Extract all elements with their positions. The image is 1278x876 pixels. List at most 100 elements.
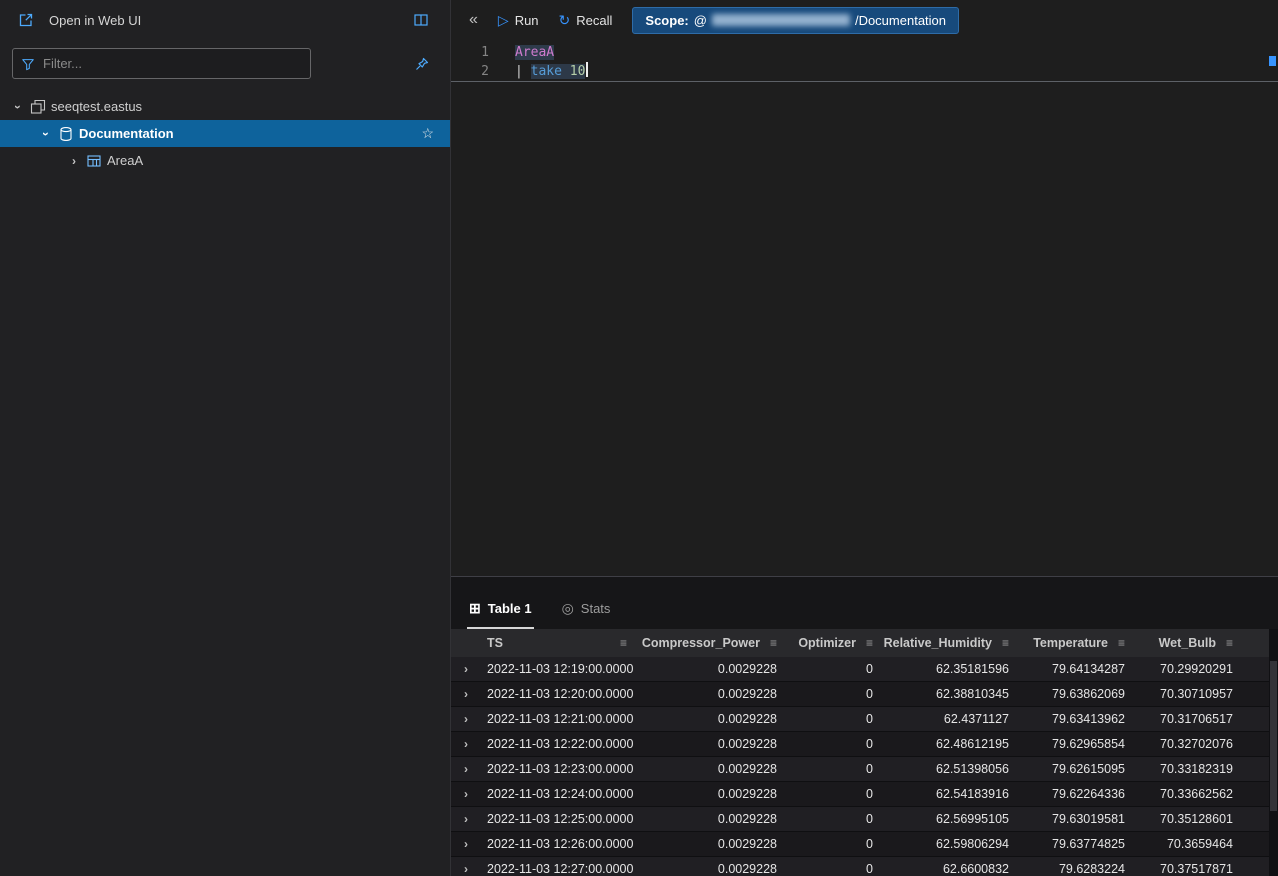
column-menu-icon[interactable]: ≡	[866, 636, 873, 650]
chevron-right-icon[interactable]: ›	[66, 154, 82, 168]
cell-ts: 2022-11-03 12:27:00.0000	[481, 862, 647, 876]
cell-compressor-power: 0.0029228	[647, 687, 791, 701]
header-temperature-label: Temperature	[1033, 636, 1108, 650]
table-label: AreaA	[107, 153, 143, 168]
header-optimizer[interactable]: Optimizer ≡	[791, 629, 887, 657]
column-menu-icon[interactable]: ≡	[1002, 636, 1009, 650]
cell-temperature: 79.63019581	[1023, 812, 1139, 826]
column-menu-icon[interactable]: ≡	[1118, 636, 1125, 650]
cell-temperature: 79.62264336	[1023, 787, 1139, 801]
line-number-gutter: 1 2	[451, 43, 493, 576]
text-cursor	[586, 62, 588, 77]
chevron-down-icon[interactable]: ›	[11, 99, 25, 115]
header-expander	[451, 629, 481, 657]
results-grid: TS ≡ Compressor_Power ≡ Optimizer ≡ Rela…	[451, 629, 1278, 876]
row-expander-icon[interactable]: ›	[464, 737, 468, 751]
cell-wet-bulb: 70.30710957	[1139, 687, 1247, 701]
row-expander-icon[interactable]: ›	[464, 712, 468, 726]
tree-item-cluster[interactable]: › seeqtest.eastus	[0, 93, 450, 120]
collapse-panel-icon[interactable]: «	[469, 11, 478, 29]
scope-database: /Documentation	[855, 13, 946, 28]
cell-relative-humidity: 62.6600832	[887, 862, 1023, 876]
tab-table-1[interactable]: ⊞ Table 1	[467, 589, 534, 629]
cell-relative-humidity: 62.51398056	[887, 762, 1023, 776]
open-in-web-ui-link[interactable]: Open in Web UI	[49, 13, 141, 28]
scope-selector[interactable]: Scope: @ /Documentation	[632, 7, 959, 34]
recall-button[interactable]: ↻ Recall	[559, 12, 613, 29]
cell-optimizer: 0	[791, 812, 887, 826]
header-wet-bulb[interactable]: Wet_Bulb ≡	[1139, 629, 1247, 657]
cell-relative-humidity: 62.35181596	[887, 662, 1023, 676]
row-expander-icon[interactable]: ›	[464, 762, 468, 776]
open-external-icon	[18, 12, 34, 28]
table-row[interactable]: › 2022-11-03 12:23:00.0000 0.0029228 0 6…	[451, 757, 1269, 782]
row-expander-icon[interactable]: ›	[464, 662, 468, 676]
cell-relative-humidity: 62.56995105	[887, 812, 1023, 826]
run-label: Run	[515, 13, 539, 28]
cell-compressor-power: 0.0029228	[647, 662, 791, 676]
filter-box[interactable]	[12, 48, 311, 79]
tab-stats[interactable]: ◎ Stats	[560, 589, 613, 629]
row-expander-icon[interactable]: ›	[464, 862, 468, 876]
recall-label: Recall	[576, 13, 612, 28]
cell-relative-humidity: 62.59806294	[887, 837, 1023, 851]
favorite-star-icon[interactable]: ☆	[421, 125, 434, 142]
connection-tree: › seeqtest.eastus › Documentation ☆ ›	[0, 93, 450, 174]
table-row[interactable]: › 2022-11-03 12:21:00.0000 0.0029228 0 6…	[451, 707, 1269, 732]
header-relative-humidity-label: Relative_Humidity	[884, 636, 992, 650]
cell-compressor-power: 0.0029228	[647, 787, 791, 801]
results-panel: ⊞ Table 1 ◎ Stats TS ≡ Compressor_Power	[451, 576, 1278, 876]
header-ts[interactable]: TS ≡	[481, 629, 647, 657]
token-number: 10	[570, 64, 586, 79]
table-row[interactable]: › 2022-11-03 12:27:00.0000 0.0029228 0 6…	[451, 857, 1269, 876]
table-row[interactable]: › 2022-11-03 12:19:00.0000 0.0029228 0 6…	[451, 657, 1269, 682]
table-grid-icon: ⊞	[469, 600, 481, 617]
table-row[interactable]: › 2022-11-03 12:22:00.0000 0.0029228 0 6…	[451, 732, 1269, 757]
scrollbar-thumb[interactable]	[1270, 661, 1277, 811]
code-content: AreaA | take 10	[493, 43, 588, 576]
table-row[interactable]: › 2022-11-03 12:24:00.0000 0.0029228 0 6…	[451, 782, 1269, 807]
tree-item-table[interactable]: › AreaA	[0, 147, 450, 174]
pin-icon[interactable]	[414, 56, 430, 72]
cell-optimizer: 0	[791, 862, 887, 876]
column-menu-icon[interactable]: ≡	[620, 636, 627, 650]
token-pipe: |	[515, 64, 531, 79]
cell-temperature: 79.63774825	[1023, 837, 1139, 851]
row-expander-icon[interactable]: ›	[464, 812, 468, 826]
row-expander-icon[interactable]: ›	[464, 687, 468, 701]
table-icon	[86, 153, 102, 169]
header-compressor-power-label: Compressor_Power	[642, 636, 760, 650]
header-relative-humidity[interactable]: Relative_Humidity ≡	[887, 629, 1023, 657]
header-temperature[interactable]: Temperature ≡	[1023, 629, 1139, 657]
row-expander-icon[interactable]: ›	[464, 837, 468, 851]
column-menu-icon[interactable]: ≡	[770, 636, 777, 650]
row-expander-icon[interactable]: ›	[464, 787, 468, 801]
header-wet-bulb-label: Wet_Bulb	[1159, 636, 1216, 650]
filter-input[interactable]	[43, 56, 302, 71]
cell-optimizer: 0	[791, 837, 887, 851]
cell-relative-humidity: 62.38810345	[887, 687, 1023, 701]
table-row[interactable]: › 2022-11-03 12:25:00.0000 0.0029228 0 6…	[451, 807, 1269, 832]
cell-ts: 2022-11-03 12:25:00.0000	[481, 812, 647, 826]
cell-compressor-power: 0.0029228	[647, 762, 791, 776]
run-button[interactable]: ▷ Run	[498, 12, 539, 29]
tree-item-database[interactable]: › Documentation ☆	[0, 120, 450, 147]
cluster-icon	[30, 99, 46, 115]
header-compressor-power[interactable]: Compressor_Power ≡	[647, 629, 791, 657]
cell-ts: 2022-11-03 12:21:00.0000	[481, 712, 647, 726]
chevron-down-icon[interactable]: ›	[39, 126, 53, 142]
cell-optimizer: 0	[791, 662, 887, 676]
cell-ts: 2022-11-03 12:23:00.0000	[481, 762, 647, 776]
split-editor-icon[interactable]	[413, 12, 429, 28]
code-line-2: | take 10	[515, 62, 588, 81]
results-scrollbar[interactable]	[1269, 629, 1278, 876]
cell-optimizer: 0	[791, 712, 887, 726]
cell-ts: 2022-11-03 12:19:00.0000	[481, 662, 647, 676]
table-row[interactable]: › 2022-11-03 12:20:00.0000 0.0029228 0 6…	[451, 682, 1269, 707]
code-line-1: AreaA	[515, 43, 588, 62]
table-row[interactable]: › 2022-11-03 12:26:00.0000 0.0029228 0 6…	[451, 832, 1269, 857]
scope-at: @	[694, 13, 707, 28]
cell-wet-bulb: 70.35128601	[1139, 812, 1247, 826]
query-editor[interactable]: 1 2 AreaA | take 10	[451, 40, 1278, 576]
column-menu-icon[interactable]: ≡	[1226, 636, 1233, 650]
